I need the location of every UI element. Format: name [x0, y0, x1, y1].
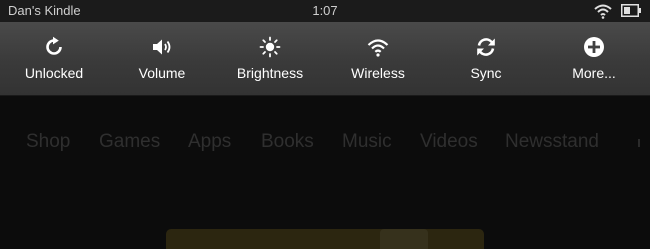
quick-setting-label: Volume	[138, 65, 186, 81]
status-bar: Dan's Kindle 1:07	[0, 0, 650, 22]
nav-apps[interactable]: Apps	[188, 131, 231, 153]
nav-books[interactable]: Books	[261, 131, 314, 153]
quick-setting-label: Brightness	[236, 65, 304, 81]
quick-setting-unlocked[interactable]: Unlocked	[0, 22, 108, 95]
quick-setting-volume[interactable]: Volume	[108, 22, 216, 95]
nav-music[interactable]: Music	[342, 131, 392, 153]
clock: 1:07	[312, 3, 338, 18]
nav-games[interactable]: Games	[99, 131, 160, 153]
plus-circle-icon	[584, 37, 604, 57]
quick-setting-label: Unlocked	[24, 65, 84, 81]
quick-settings-bar: Unlocked Volume Brightness Wireless Sync…	[0, 22, 650, 96]
quick-setting-label: Sync	[470, 65, 502, 81]
sync-icon	[477, 38, 495, 56]
quick-setting-more[interactable]: More...	[540, 22, 648, 95]
battery-icon	[621, 4, 641, 17]
nav-newsstand[interactable]: Newsstand	[505, 131, 599, 153]
quick-setting-brightness[interactable]: Brightness	[216, 22, 324, 95]
quick-setting-wireless[interactable]: Wireless	[324, 22, 432, 95]
rotation-unlocked-icon	[46, 36, 62, 55]
library-nav: Shop Games Apps Books Music Videos Newss…	[0, 125, 650, 161]
wifi-icon	[594, 4, 612, 19]
quick-setting-sync[interactable]: Sync	[432, 22, 540, 95]
nav-scroll-indicator	[638, 139, 640, 147]
wireless-icon	[367, 39, 389, 57]
carousel-item[interactable]	[166, 229, 484, 249]
quick-setting-label: More...	[572, 65, 616, 81]
nav-shop[interactable]: Shop	[26, 131, 70, 153]
brightness-icon	[259, 36, 281, 58]
carousel-item-highlight	[380, 229, 428, 249]
volume-icon	[153, 39, 171, 55]
nav-videos[interactable]: Videos	[420, 131, 478, 153]
quick-setting-label: Wireless	[351, 65, 405, 81]
